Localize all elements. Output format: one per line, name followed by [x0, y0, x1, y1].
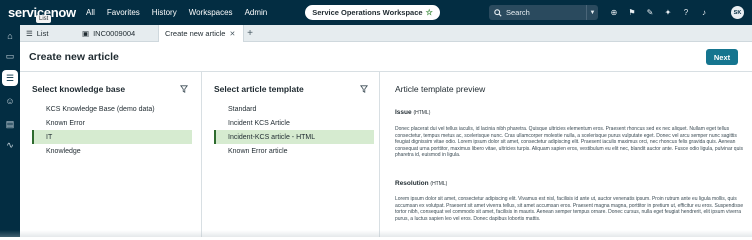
knowledge-base-item[interactable]: KCS Knowledge Base (demo data) — [32, 102, 192, 116]
tab-incident[interactable]: ▣ INC0009004 — [76, 25, 160, 42]
article-template-item[interactable]: Known Error article — [214, 144, 374, 158]
issue-section-label: Issue (HTML) — [395, 109, 430, 116]
menu-favorites[interactable]: Favorites — [101, 8, 146, 17]
page-title: Create new article — [29, 51, 119, 63]
home-icon[interactable]: ⌂ — [4, 30, 16, 42]
activity-icon[interactable]: ∿ — [4, 139, 16, 151]
resolution-text: Lorem ipsum dolor sit amet, consectetur … — [395, 196, 744, 222]
knowledge-base-item[interactable]: Knowledge — [32, 144, 192, 158]
knowledge-base-title: Select knowledge base — [32, 84, 126, 94]
tab-bar: ☰ List ▣ INC0009004 Create new article ✕… — [20, 25, 752, 42]
search-placeholder: Search — [506, 8, 530, 17]
section-label-text: Resolution — [395, 180, 429, 187]
knowledge-base-item[interactable]: Known Error — [32, 116, 192, 130]
sparkle-icon[interactable]: ✦ — [664, 8, 672, 17]
top-nav: servicenow List All Favorites History Wo… — [0, 0, 752, 25]
tab-label: INC0009004 — [93, 29, 136, 38]
section-tag: (HTML) — [430, 181, 448, 187]
list-icon: ☰ — [26, 29, 33, 38]
flag-icon[interactable]: ⚑ — [628, 8, 636, 17]
tab-create-new-article[interactable]: Create new article ✕ — [158, 25, 244, 42]
bell-icon[interactable]: ♪ — [700, 8, 708, 17]
knowledge-base-column: Select knowledge base KCS Knowledge Base… — [20, 72, 202, 237]
workspace-label: Service Operations Workspace — [312, 8, 423, 17]
global-search[interactable]: Search ▼ — [489, 5, 598, 20]
article-template-title: Select article template — [214, 84, 304, 94]
tab-list[interactable]: ☰ List — [20, 25, 76, 42]
tab-label: List — [36, 29, 49, 38]
ticket-icon: ▣ — [82, 29, 90, 38]
issue-text: Donec placerat dui vel tellus iaculis, i… — [395, 126, 743, 158]
menu-all[interactable]: All — [80, 8, 101, 17]
section-tag: (HTML) — [413, 110, 431, 116]
help-icon[interactable]: ? — [682, 8, 690, 17]
knowledge-base-item-selected[interactable]: IT — [32, 130, 192, 144]
close-icon[interactable]: ✕ — [229, 30, 235, 38]
users-icon[interactable]: ☺ — [4, 95, 16, 107]
article-template-column: Select article template Standard Inciden… — [202, 72, 380, 237]
article-template-item[interactable]: Standard — [214, 102, 374, 116]
servicenow-logo[interactable]: servicenow List — [0, 0, 80, 25]
article-preview-column: Article template preview Issue (HTML) Do… — [380, 72, 752, 237]
clipboard-icon[interactable]: ▤ — [4, 118, 16, 130]
workspace-pill[interactable]: Service Operations Workspace ☆ — [305, 5, 440, 20]
preview-title: Article template preview — [395, 84, 486, 94]
filter-icon[interactable] — [180, 85, 188, 93]
page-header: Create new article Next — [20, 42, 752, 72]
inbox-icon[interactable]: ▭ — [4, 50, 16, 62]
menu-workspaces[interactable]: Workspaces — [183, 8, 239, 17]
star-icon[interactable]: ☆ — [426, 8, 433, 17]
article-template-list: Standard Incident KCS Article Incident-K… — [214, 102, 374, 158]
list-icon[interactable]: ☰ — [4, 72, 16, 84]
article-template-item-selected[interactable]: Incident-KCS article - HTML — [214, 130, 374, 144]
nav-icons: ⊕ ⚑ ✎ ✦ ? ♪ — [610, 0, 708, 25]
next-button[interactable]: Next — [706, 49, 738, 65]
globe-icon[interactable]: ⊕ — [610, 8, 618, 17]
article-template-item[interactable]: Incident KCS Article — [214, 116, 374, 130]
resolution-section-label: Resolution (HTML) — [395, 180, 447, 187]
chevron-down-icon[interactable]: ▼ — [586, 5, 598, 20]
add-tab-icon[interactable]: + — [244, 25, 256, 42]
logo-tooltip: List — [36, 15, 52, 23]
bottom-fade — [0, 230, 752, 237]
knowledge-base-list: KCS Knowledge Base (demo data) Known Err… — [32, 102, 192, 158]
menu-admin[interactable]: Admin — [239, 8, 274, 17]
filter-icon[interactable] — [360, 85, 368, 93]
main-menu: All Favorites History Workspaces Admin — [80, 8, 273, 17]
tab-label: Create new article — [165, 29, 226, 38]
section-label-text: Issue — [395, 109, 412, 116]
menu-history[interactable]: History — [146, 8, 183, 17]
chat-icon[interactable]: ✎ — [646, 8, 654, 17]
left-rail: ⌂ ▭ ☰ ☺ ▤ ∿ — [0, 25, 20, 237]
avatar[interactable]: SK — [731, 6, 744, 19]
search-icon — [494, 8, 502, 17]
